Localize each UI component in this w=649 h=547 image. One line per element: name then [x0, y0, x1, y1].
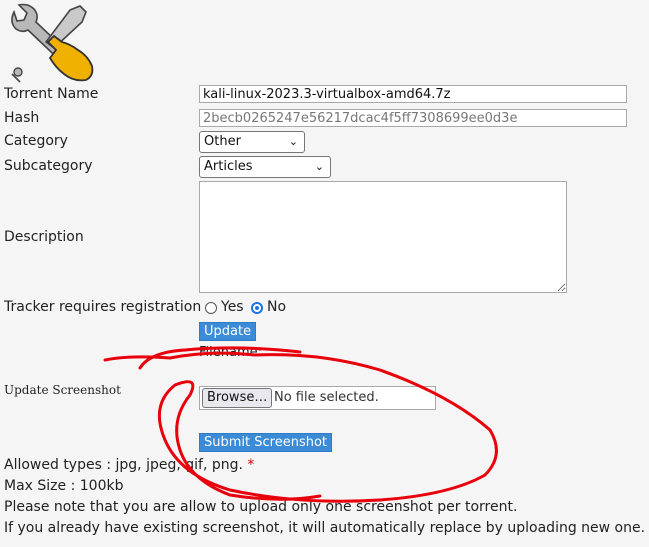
required-marker: *: [247, 457, 255, 473]
tracker-no-radio[interactable]: [251, 302, 263, 314]
tracker-no-label: No: [267, 299, 287, 315]
submit-screenshot-button[interactable]: Submit Screenshot: [199, 433, 333, 452]
update-button[interactable]: Update: [199, 322, 257, 341]
browse-button[interactable]: Browse…: [202, 388, 273, 408]
update-screenshot-label: Update Screenshot: [4, 383, 121, 397]
torrent-name-label: Torrent Name: [4, 86, 99, 102]
category-select[interactable]: Other ⌄: [199, 131, 305, 153]
filename-label: Filename:: [199, 345, 263, 360]
tracker-label: Tracker requires registration: [4, 299, 202, 315]
description-textarea[interactable]: [199, 181, 567, 293]
allowed-types-note: Allowed types : jpg, jpeg, gif, png. *: [4, 457, 254, 473]
torrent-name-input[interactable]: kali-linux-2023.3-virtualbox-amd64.7z: [199, 85, 627, 103]
upload-note-1: Please note that you are allow to upload…: [4, 499, 518, 515]
tracker-yes-radio[interactable]: [205, 302, 217, 314]
hash-input[interactable]: 2becb0265247e56217dcac4f5ff7308699ee0d3e: [199, 109, 627, 127]
max-size-note: Max Size : 100kb: [4, 478, 124, 494]
no-file-text: No file selected.: [274, 390, 379, 405]
upload-note-2: If you already have existing screenshot,…: [4, 520, 646, 536]
tools-icon: [11, 3, 94, 83]
category-label: Category: [4, 133, 68, 149]
category-value: Other: [204, 134, 241, 149]
hash-label: Hash: [4, 110, 40, 126]
tracker-yes-label: Yes: [221, 299, 244, 315]
chevron-down-icon: ⌄: [314, 160, 324, 173]
subcategory-label: Subcategory: [4, 158, 93, 174]
allowed-types-text: Allowed types : jpg, jpeg, gif, png.: [4, 457, 243, 473]
subcategory-select[interactable]: Articles ⌄: [199, 156, 331, 178]
file-input[interactable]: Browse… No file selected.: [199, 386, 436, 410]
subcategory-value: Articles: [204, 159, 253, 174]
description-label: Description: [4, 229, 84, 245]
chevron-down-icon: ⌄: [288, 135, 298, 148]
